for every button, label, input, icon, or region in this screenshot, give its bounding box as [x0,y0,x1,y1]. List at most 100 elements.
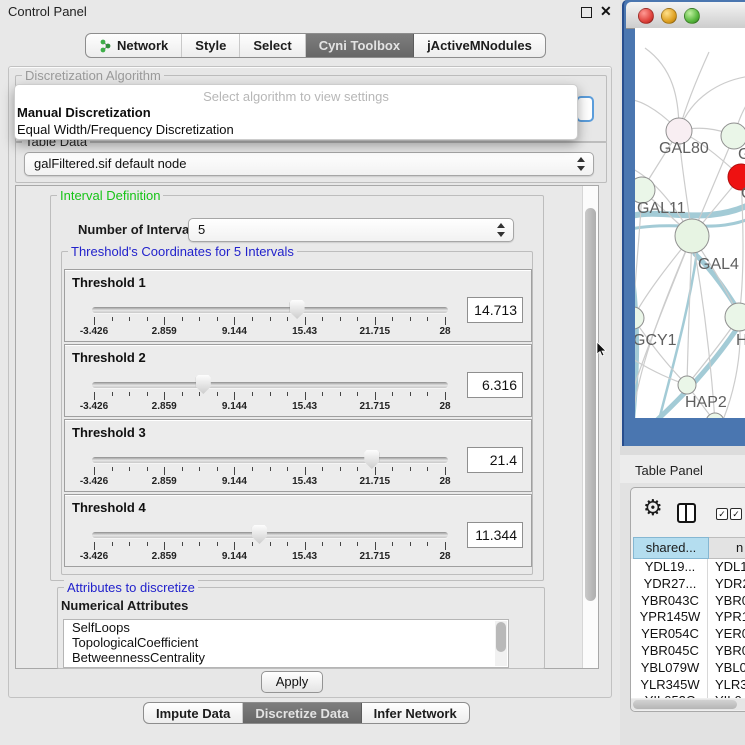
column-header-name[interactable]: n [709,537,745,559]
network-canvas[interactable]: GAL80 G C GAL11 GAL4 GCY1 H HAP2 [635,28,745,418]
threshold-value-field[interactable]: 6.316 [467,372,523,398]
threshold-value: 14.713 [474,302,517,318]
attribute-item[interactable]: TopologicalCoefficient [64,635,508,650]
right-column: GAL80 G C GAL11 GAL4 GCY1 H HAP2 Table P… [620,0,745,745]
interval-definition-label: Interval Definition [57,188,163,203]
tab-network[interactable]: Network [86,34,182,57]
list-scrollbar[interactable] [495,621,507,666]
threshold-panel: Threshold 1 -3.4262.8599.14415.4321.7152… [64,269,532,342]
table-row[interactable]: YBR045CYBR0 [631,643,745,660]
cyni-toolbox-panel: Discretization Algorithm Table Data galF… [8,66,612,698]
threshold-value-field[interactable]: 21.4 [467,447,523,473]
bottom-tabbar: Impute Data Discretize Data Infer Networ… [143,702,470,724]
tab-select[interactable]: Select [240,34,305,57]
scrollbar-thumb[interactable] [633,700,737,709]
node-label: GAL4 [698,256,739,273]
minimize-traffic-light[interactable] [661,8,677,24]
slider-tick-labels: -3.4262.8599.14415.4321.71528 [94,476,445,488]
mouse-cursor [596,342,608,358]
node-h [725,303,745,331]
thresholds-group-label: Threshold's Coordinates for 5 Intervals [68,244,297,259]
threshold-panel: Threshold 4 -3.4262.8599.14415.4321.7152… [64,494,532,567]
tab-discretize-data[interactable]: Discretize Data [243,703,361,723]
node-label: GAL11 [637,200,686,217]
checkbox-icon[interactable]: ✓ [730,508,742,520]
threshold-value-field[interactable]: 11.344 [467,522,523,548]
attribute-item[interactable]: SelfLoops [64,620,508,635]
dropdown-option-equal-width[interactable]: Equal Width/Frequency Discretization [17,122,234,137]
table-row[interactable]: YDL19...YDL1 [631,559,745,576]
slider-track[interactable] [92,307,448,313]
number-of-intervals-combobox[interactable]: 5 [188,218,514,242]
close-traffic-light[interactable] [638,8,654,24]
threshold-value: 21.4 [490,452,517,468]
network-window: GAL80 G C GAL11 GAL4 GCY1 H HAP2 [622,0,745,446]
algorithm-group-label: Discretization Algorithm [22,68,164,83]
apply-button[interactable]: Apply [261,671,323,693]
gear-icon[interactable]: ⚙ [643,495,663,521]
node-gcy1 [635,307,644,329]
dropdown-option-manual[interactable]: Manual Discretization [17,105,151,120]
slider-ticks [94,317,445,325]
node-label: HAP2 [685,394,727,411]
numerical-attributes-label: Numerical Attributes [61,598,188,613]
columns-icon[interactable] [677,503,696,523]
attributes-group-label: Attributes to discretize [64,580,198,595]
node-label: GAL80 [659,140,709,157]
tab-infer-network[interactable]: Infer Network [362,703,469,723]
tab-label: Style [195,38,226,53]
slider-ticks [94,542,445,550]
float-window-icon[interactable] [581,7,592,18]
table-row[interactable]: YPR145WYPR1 [631,609,745,626]
table-header: shared... n [631,537,745,559]
table-rows: YDL19...YDL1YDR27...YDR2YBR043CYBR0YPR14… [631,559,745,698]
table-row[interactable]: YIL052CYIL0 [631,693,745,698]
horizontal-scrollbar[interactable] [631,699,745,710]
tab-label: jActiveMNodules [427,38,532,53]
threshold-panel: Threshold 3 -3.4262.8599.14415.4321.7152… [64,419,532,492]
control-panel: Control Panel ✕ Network Style Select Cyn… [0,0,620,745]
table-panel-toolbar: ⚙ ✓ ✓ [631,488,745,536]
table-data-group: Table Data galFiltered.sif default node [15,141,607,183]
algorithm-combobox-edge[interactable] [576,96,594,122]
screen: Control Panel ✕ Network Style Select Cyn… [0,0,745,745]
table-row[interactable]: YDR27...YDR2 [631,576,745,593]
slider-track[interactable] [92,532,448,538]
table-data-value: galFiltered.sif default node [34,156,186,171]
numerical-attributes-list: SelfLoopsTopologicalCoefficientBetweenne… [63,619,509,668]
threshold-value: 6.316 [482,377,517,393]
tab-impute-data[interactable]: Impute Data [144,703,243,723]
tab-cyni-toolbox[interactable]: Cyni Toolbox [306,34,414,57]
slider-tick-labels: -3.4262.8599.14415.4321.71528 [94,551,445,563]
stepper-arrows-icon [496,223,505,237]
table-data-combobox[interactable]: galFiltered.sif default node [24,152,594,176]
slider-track[interactable] [92,382,448,388]
table-panel-title: Table Panel [635,463,703,478]
slider-tick-labels: -3.4262.8599.14415.4321.71528 [94,326,445,338]
close-icon[interactable]: ✕ [600,3,612,20]
vertical-scrollbar[interactable] [582,186,598,668]
table-panel: ⚙ ✓ ✓ shared... n YDL19...YDL1YDR27...YD… [630,487,745,712]
slider-ticks [94,467,445,475]
node-label: GCY1 [635,332,677,349]
table-row[interactable]: YBR043CYBR0 [631,593,745,610]
table-row[interactable]: YBL079WYBL0 [631,660,745,677]
slider-track[interactable] [92,457,448,463]
zoom-traffic-light[interactable] [684,8,700,24]
table-row[interactable]: YER054CYER0 [631,626,745,643]
tab-label: Impute Data [156,706,230,721]
threshold-value-field[interactable]: 14.713 [467,297,523,323]
attribute-item[interactable]: BetweennessCentrality [64,650,508,665]
checkbox-icon[interactable]: ✓ [716,508,728,520]
tab-label: Cyni Toolbox [319,38,400,53]
control-panel-titlebar: Control Panel ✕ [0,0,620,24]
network-window-titlebar[interactable] [626,2,745,29]
network-icon [99,39,112,53]
table-row[interactable]: YLR345WYLR3 [631,677,745,694]
tab-jactivemnodules[interactable]: jActiveMNodules [414,34,545,57]
column-header-shared[interactable]: shared... [633,537,709,559]
tab-style[interactable]: Style [182,34,240,57]
node-hap2 [678,376,696,394]
tab-label: Network [117,38,168,53]
scrollbar-thumb[interactable] [585,208,596,601]
